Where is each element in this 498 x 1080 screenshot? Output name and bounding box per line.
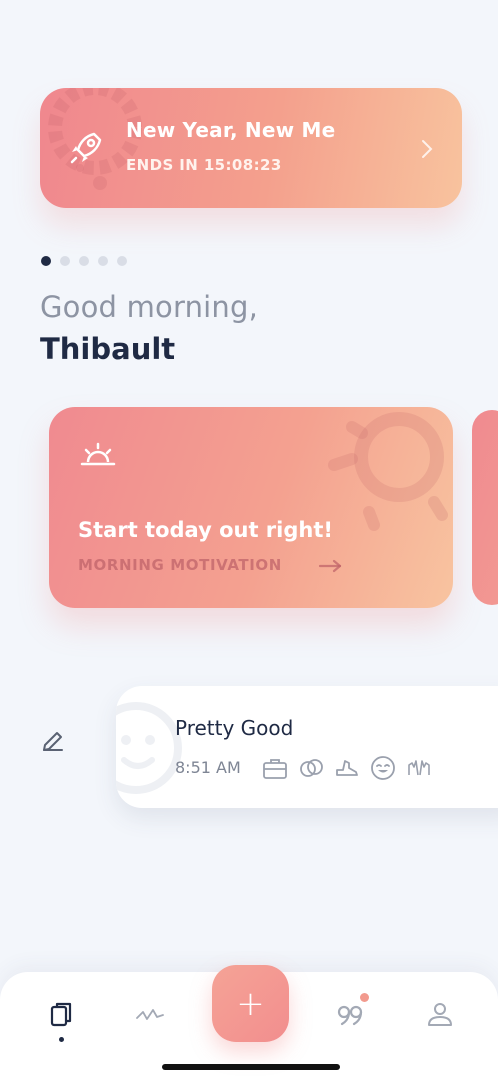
promo-decoration: [48, 88, 142, 190]
sunrise-icon: [80, 442, 116, 466]
rocket-icon: [70, 132, 102, 164]
mood-face-icon: [116, 702, 182, 794]
entries-icon: [50, 1002, 72, 1027]
mood-entry-card[interactable]: [116, 686, 498, 808]
pencil-icon[interactable]: [40, 728, 66, 754]
greeting-text: Good morning,: [40, 290, 259, 324]
motivation-title: Start today out right!: [78, 518, 333, 542]
carousel-pagination[interactable]: [41, 256, 127, 266]
next-card-peek[interactable]: [472, 410, 498, 605]
arrow-right-icon: [318, 559, 342, 573]
blissful-face-icon: [371, 756, 395, 780]
morning-motivation-card[interactable]: [49, 407, 453, 608]
promo-title: New Year, New Me: [126, 118, 336, 142]
rings-icon: [300, 759, 323, 777]
profile-icon: [428, 1003, 452, 1026]
wave-chart-icon: [136, 1009, 164, 1020]
briefcase-icon: [263, 759, 287, 779]
hands-raised-icon: [408, 760, 430, 776]
tab-stats[interactable]: [135, 1000, 165, 1028]
page-dot-4[interactable]: [98, 256, 108, 266]
sneaker-icon: [336, 760, 358, 776]
notification-badge: [360, 993, 369, 1002]
sun-decoration: [328, 412, 448, 531]
entry-activities: [262, 755, 432, 781]
active-tab-indicator: [59, 1037, 64, 1042]
tab-profile[interactable]: [425, 1000, 455, 1028]
tab-entries[interactable]: [47, 1000, 77, 1028]
entry-time: 8:51 AM: [175, 758, 241, 777]
motivation-subtitle: MORNING MOTIVATION: [78, 556, 282, 574]
add-entry-button[interactable]: +: [212, 965, 289, 1042]
page-dot-2[interactable]: [60, 256, 70, 266]
quote-icon: [337, 1005, 363, 1026]
page-dot-3[interactable]: [79, 256, 89, 266]
page-dot-1[interactable]: [41, 256, 51, 266]
tab-quotes[interactable]: [335, 1000, 365, 1028]
entry-mood-label: Pretty Good: [175, 716, 294, 740]
page-dot-5[interactable]: [117, 256, 127, 266]
chevron-right-icon: [422, 140, 433, 158]
home-indicator[interactable]: [162, 1064, 340, 1070]
promo-countdown: ENDS IN 15:08:23: [126, 156, 282, 174]
user-name: Thibault: [40, 332, 176, 366]
